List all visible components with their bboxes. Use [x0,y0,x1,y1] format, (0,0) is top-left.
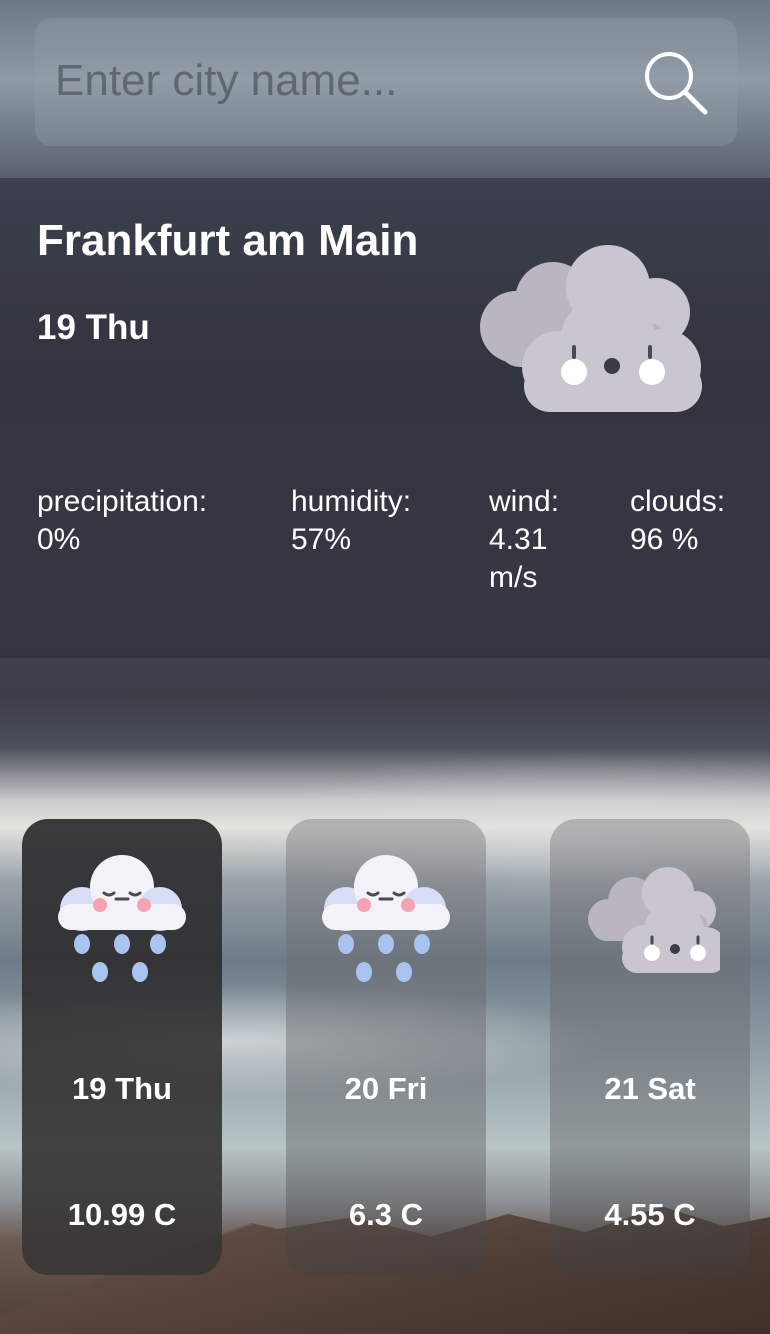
stat-label: wind: [489,485,560,518]
rain-cloud-icon [322,855,450,982]
stat-value: 57% [291,523,352,556]
forecast-card-1[interactable]: 20 Fri 6.3 C [286,819,486,1275]
stat-value: 96 % [630,523,699,556]
stat-humidity: humidity: 57% [291,483,411,559]
forecast-temp: 4.55 C [604,1197,696,1232]
current-weather-panel: Frankfurt am Main 19 Thu precipitation: … [0,178,770,658]
city-search-input[interactable] [55,48,615,114]
forecast-card-2[interactable]: 21 Sat 4.55 C [550,819,750,1275]
forecast-temp: 6.3 C [348,1197,424,1232]
cloudy-icon [588,867,720,973]
cloudy-icon [480,245,702,412]
stat-label: precipitation: [37,485,208,518]
forecast-temp: 10.99 C [67,1197,177,1232]
rain-cloud-icon [58,855,186,982]
search-icon [645,52,708,115]
stat-value: 4.31 m/s [489,523,548,594]
forecast-day: 21 Sat [604,1071,696,1106]
current-date: 19 Thu [37,308,150,347]
stat-precipitation: precipitation: 0% [37,483,207,559]
stat-value: 0% [37,523,81,556]
city-name: Frankfurt am Main [37,216,419,265]
stat-clouds: clouds: 96 % [630,483,725,559]
forecast-day: 20 Fri [344,1071,428,1106]
stat-wind: wind: 4.31 m/s [489,483,569,597]
stat-label: clouds: [630,485,726,518]
stat-label: humidity: [291,485,412,518]
search-bar [35,18,737,146]
forecast-card-0[interactable]: 19 Thu 10.99 C [22,819,222,1275]
forecast-day: 19 Thu [72,1071,172,1106]
search-button[interactable] [641,48,709,116]
